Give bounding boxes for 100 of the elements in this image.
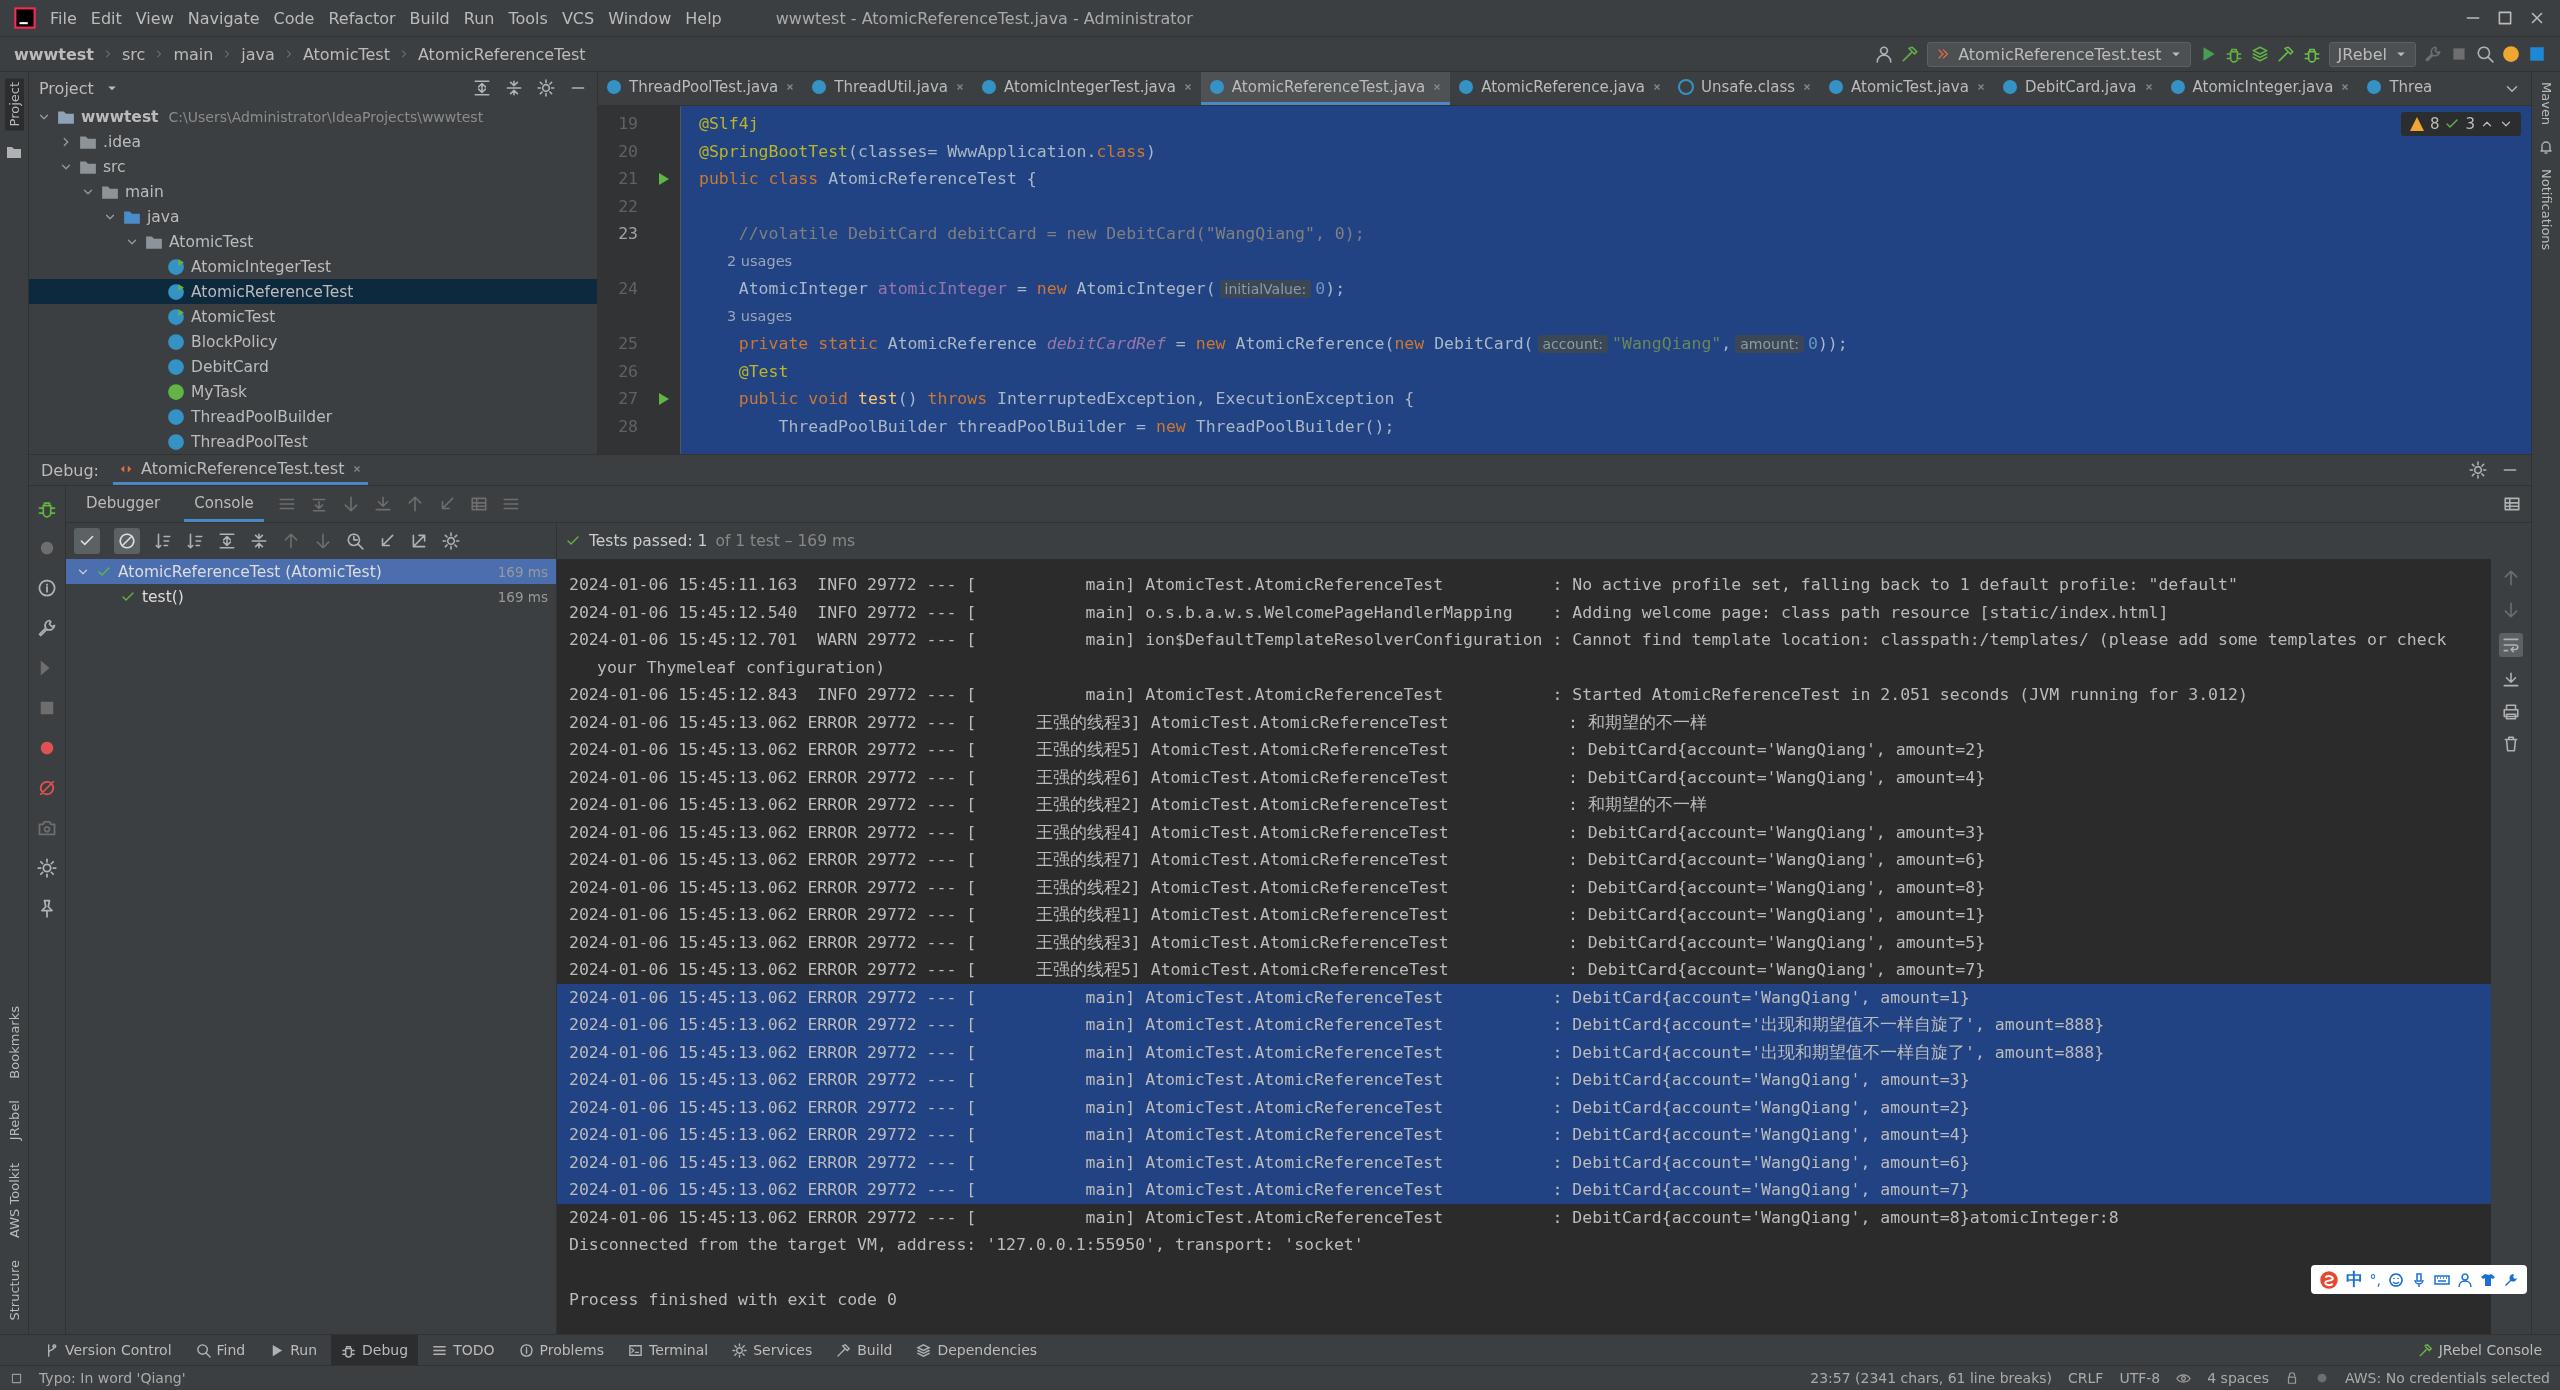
punctuation-mode[interactable]: °,: [2369, 1271, 2381, 1288]
tool-window-button[interactable]: Services: [722, 1335, 823, 1365]
editor-tab[interactable]: AtomicInteger.java: [2161, 72, 2359, 105]
tool-window-button[interactable]: JRebel Console: [2407, 1335, 2552, 1365]
aws-status[interactable]: AWS: No credentials selected: [2344, 1370, 2550, 1386]
editor-tab[interactable]: AtomicTest.java: [1820, 72, 1994, 105]
tool-window-tab[interactable]: Notifications: [2536, 165, 2556, 255]
breadcrumb[interactable]: AtomicReferenceTest: [417, 44, 586, 64]
tree-item[interactable]: AtomicTest: [29, 229, 597, 254]
tree-item[interactable]: main: [29, 179, 597, 204]
editor-tab[interactable]: Threa: [2358, 72, 2441, 105]
tests-summary: of 1 test – 169 ms: [715, 532, 856, 550]
editor-tab[interactable]: ThreadUtil.java: [803, 72, 974, 105]
editor-tab[interactable]: AtomicReference.java: [1450, 72, 1671, 105]
breadcrumb[interactable]: wwwtest: [14, 44, 94, 64]
test-name: AtomicReferenceTest (AtomicTest): [118, 562, 382, 581]
tree-item[interactable]: AtomicIntegerTest: [29, 254, 597, 279]
project-view-dropdown[interactable]: Project: [39, 78, 118, 98]
code-line: @Slf4j: [698, 114, 759, 134]
input-method-toolbar[interactable]: 中 °,: [2310, 1265, 2527, 1294]
input-mode[interactable]: 中: [2345, 1268, 2363, 1291]
line-number: 23: [617, 223, 639, 246]
usages-hint[interactable]: 2 usages: [681, 253, 793, 270]
editor-tab[interactable]: Unsafe.class: [1670, 72, 1821, 105]
console-line: 2024-01-06 15:45:12.701 WARN 29772 --- [ main] ion$DefaultTemplateResolverConfiguration : Cannot find template location: classpath:/templates/ (please add some templates or check: [568, 629, 2448, 651]
tool-window-button[interactable]: Problems: [508, 1335, 615, 1365]
breadcrumb[interactable]: main: [173, 44, 214, 64]
code-line: @Test: [737, 361, 789, 381]
tree-item[interactable]: AtomicTest: [29, 304, 597, 329]
editor-tab[interactable]: ThreadPoolTest.java: [598, 72, 804, 105]
console-line: Process finished with exit code 0: [568, 1289, 898, 1311]
breadcrumb[interactable]: src: [122, 44, 146, 64]
menu-item[interactable]: File: [50, 8, 77, 28]
debug-tab[interactable]: Console: [184, 486, 264, 522]
tree-item[interactable]: MyTask: [29, 379, 597, 404]
code-line: private static AtomicReference debitCardRef = new AtomicReference(new DebitCard( account: "WangQiang", amount: 0));: [737, 334, 1848, 354]
editor-tab[interactable]: AtomicReferenceTest.java: [1200, 72, 1451, 105]
menu-item[interactable]: Code: [273, 8, 315, 28]
test-duration: 169 ms: [497, 588, 548, 605]
debug-session-tab[interactable]: AtomicReferenceTest.test: [113, 455, 369, 485]
console-line: 2024-01-06 15:45:13.062 ERROR 29772 --- [ 王强的线程2] AtomicTest.AtomicReferenceTest : DebitCard{account='WangQiang', amount=8}: [568, 876, 1987, 899]
menu-item[interactable]: VCS: [561, 8, 595, 28]
caret-position[interactable]: 23:57 (2341 chars, 61 line breaks): [1810, 1370, 2053, 1386]
tool-window-tab[interactable]: Maven: [2536, 78, 2556, 130]
indent-setting[interactable]: 4 spaces: [2207, 1370, 2269, 1386]
code-line: //volatile DebitCard debitCard = new DebitCard("WangQiang", 0);: [737, 224, 1365, 244]
tree-item[interactable]: java: [29, 204, 597, 229]
tree-item[interactable]: ThreadPoolBuilder: [29, 404, 597, 429]
window-title: wwwtest - AtomicReferenceTest.java - Administrator: [775, 8, 1193, 28]
tool-window-button[interactable]: Terminal: [618, 1335, 719, 1365]
editor-tab[interactable]: AtomicIntegerTest.java: [973, 72, 1201, 105]
tree-label: ThreadPoolBuilder: [191, 407, 333, 426]
menu-item[interactable]: Edit: [90, 8, 122, 28]
file-encoding[interactable]: UTF-8: [2119, 1370, 2161, 1386]
tree-label: wwwtest: [81, 107, 159, 126]
menu-item[interactable]: Refactor: [328, 8, 396, 28]
tool-window-button[interactable]: Dependencies: [906, 1335, 1048, 1365]
tool-window-tab[interactable]: Structure: [4, 1255, 24, 1324]
tree-label: AtomicTest: [169, 232, 254, 251]
menu-item[interactable]: Run: [463, 8, 495, 28]
tree-item[interactable]: BlockPolicy: [29, 329, 597, 354]
tree-item[interactable]: wwwtest C:\Users\Administrator\IdeaProjects\wwwtest: [29, 104, 597, 129]
breadcrumb[interactable]: AtomicTest: [302, 44, 390, 64]
console-line: 2024-01-06 15:45:13.062 ERROR 29772 --- [ 王强的线程3] AtomicTest.AtomicReferenceTest : 和期望的不一样: [568, 711, 1708, 734]
test-tree-item[interactable]: test() 169 ms: [66, 584, 556, 609]
menu-item[interactable]: Navigate: [187, 8, 260, 28]
tool-window-tab[interactable]: AWS Toolkit: [4, 1158, 24, 1242]
usages-hint[interactable]: 3 usages: [681, 308, 793, 325]
breadcrumb[interactable]: java: [241, 44, 275, 64]
menu-item[interactable]: Window: [608, 8, 672, 28]
tool-window-tab[interactable]: JRebel: [4, 1096, 24, 1145]
tool-window-button[interactable]: TODO: [422, 1335, 505, 1365]
tree-item[interactable]: AtomicReferenceTest: [29, 279, 597, 304]
menu-item[interactable]: Help: [685, 8, 722, 28]
editor-tab[interactable]: DebitCard.java: [1993, 72, 2162, 105]
menu-item[interactable]: Tools: [508, 8, 548, 28]
tool-window-button[interactable]: Run: [259, 1335, 328, 1365]
run-configuration-dropdown[interactable]: AtomicReferenceTest.test: [1927, 41, 2191, 67]
tree-item[interactable]: ThreadPoolTest: [29, 429, 597, 454]
console-line: 2024-01-06 15:45:13.062 ERROR 29772 --- [ 王强的线程7] AtomicTest.AtomicReferenceTest : DebitCard{account='WangQiang', amount=6}: [568, 849, 1987, 871]
tree-item[interactable]: .idea: [29, 129, 597, 154]
tool-window-button[interactable]: Find: [185, 1335, 256, 1365]
tool-window-button[interactable]: Build: [826, 1335, 903, 1365]
console-line: 2024-01-06 15:45:13.062 ERROR 29772 --- [ 王强的线程6] AtomicTest.AtomicReferenceTest : DebitCard{account='WangQiang', amount=4}: [568, 766, 1987, 789]
tool-window-button[interactable]: Debug: [331, 1335, 419, 1365]
menu-item[interactable]: View: [135, 8, 174, 28]
jrebel-dropdown[interactable]: JRebel: [2328, 41, 2416, 67]
tree-item[interactable]: DebitCard: [29, 354, 597, 379]
debug-label: Debug:: [41, 460, 99, 480]
tool-window-tab[interactable]: Project: [4, 78, 24, 131]
test-tree-item[interactable]: AtomicReferenceTest (AtomicTest) 169 ms: [66, 559, 556, 584]
tool-window-tab[interactable]: Bookmarks: [4, 1001, 24, 1083]
menu-item[interactable]: Build: [409, 8, 450, 28]
line-separator[interactable]: CRLF: [2068, 1370, 2104, 1386]
debug-tab[interactable]: Debugger: [76, 486, 171, 522]
console-line: 2024-01-06 15:45:13.062 ERROR 29772 --- [ 王强的线程2] AtomicTest.AtomicReferenceTest : 和期望的不一样: [568, 794, 1708, 816]
inspection-widget[interactable]: 8 3: [2400, 112, 2521, 136]
tool-window-button[interactable]: Version Control: [34, 1335, 182, 1365]
console-line: 2024-01-06 15:45:12.540 INFO 29772 --- [ main] o.s.b.a.w.s.WelcomePageHandlerMapping : Adding welcome page: class path resource [static/index.html]: [568, 601, 2170, 624]
tree-item[interactable]: src: [29, 154, 597, 179]
